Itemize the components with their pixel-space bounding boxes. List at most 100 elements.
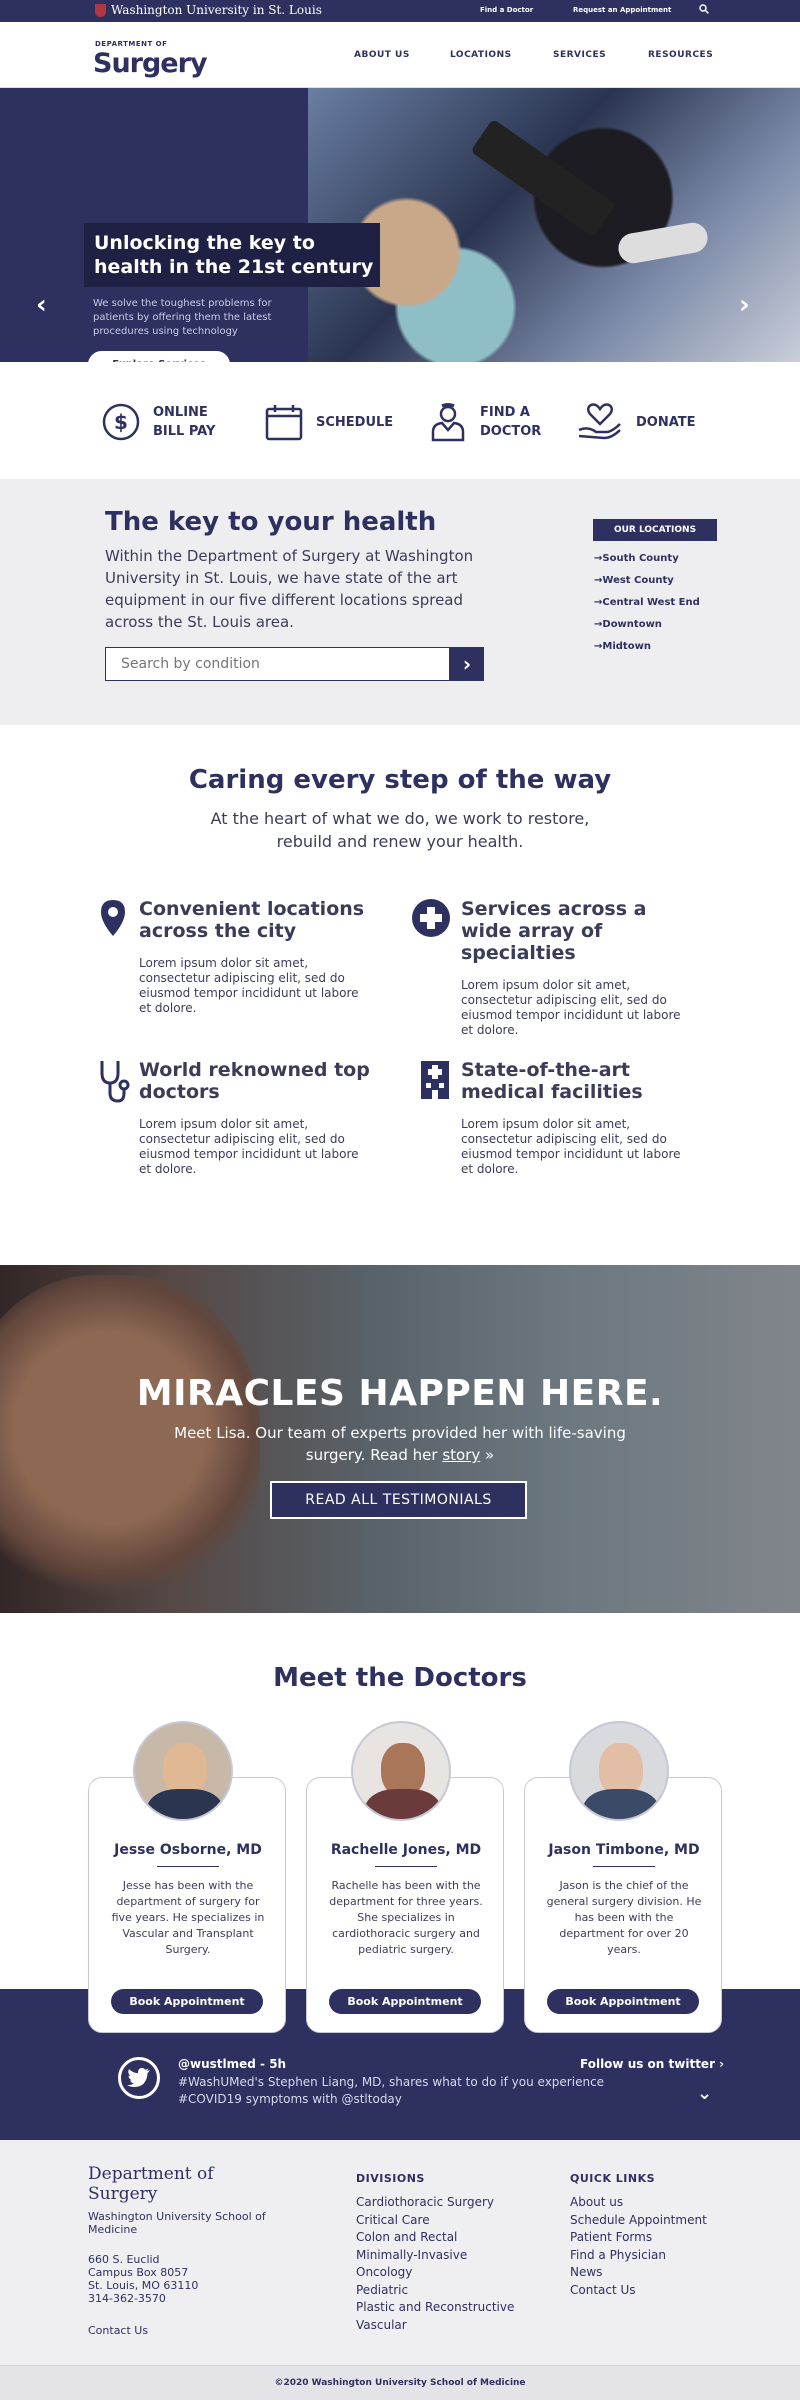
- read-testimonials-button[interactable]: READ ALL TESTIMONIALS: [270, 1481, 527, 1519]
- tweet-handle[interactable]: @wustlmed - 5h: [178, 2057, 286, 2071]
- section-body: Within the Department of Surgery at Wash…: [105, 547, 474, 631]
- feature-services: Services across a wide array of specialt…: [412, 898, 701, 1038]
- tweet-text: #WashUMed's Stephen Liang, MD, shares wh…: [178, 2075, 605, 2106]
- divisions-list: Cardiothoracic Surgery Critical Care Col…: [356, 2194, 514, 2334]
- location-link-west-county[interactable]: →West County: [594, 575, 674, 586]
- book-appointment-button[interactable]: Book Appointment: [329, 1989, 481, 2014]
- division-link[interactable]: Pediatric: [356, 2282, 514, 2300]
- caring-section: Caring every step of the way At the hear…: [0, 725, 800, 1265]
- doctor-bio: Rachelle has been with the department fo…: [329, 1879, 483, 1956]
- division-link[interactable]: Plastic and Reconstructive: [356, 2299, 514, 2317]
- location-link-downtown[interactable]: →Downtown: [594, 619, 662, 630]
- location-link-midtown[interactable]: →Midtown: [594, 641, 651, 652]
- section-lead: At the heart of what we do, we work to r…: [210, 809, 590, 851]
- follow-twitter-link[interactable]: Follow us on twitter ›: [580, 2057, 724, 2071]
- doctor-bio: Jason is the chief of the general surger…: [546, 1879, 702, 1956]
- nav-resources[interactable]: RESOURCES: [648, 50, 713, 60]
- quick-link-find-doctor[interactable]: FIND A DOCTOR: [428, 402, 550, 442]
- feature-doctors: World reknowned top doctors Lorem ipsum …: [100, 1059, 379, 1177]
- footer-address: 660 S. Euclid Campus Box 8057 St. Louis,…: [88, 2253, 199, 2305]
- key-to-health-section: The key to your health Within the Depart…: [0, 479, 800, 725]
- hero-surgeon-photo: [308, 88, 800, 362]
- testimonial-headline: MIRACLES HAPPEN HERE.: [136, 1373, 664, 1414]
- dollar-icon: $: [102, 403, 140, 441]
- footer-quick-link[interactable]: About us: [570, 2194, 707, 2212]
- request-appointment-link[interactable]: Request an Appointment: [573, 6, 671, 14]
- search-submit-button[interactable]: ›: [450, 647, 484, 681]
- feature-title: Convenient locations across the city: [139, 898, 365, 942]
- feature-text: Lorem ipsum dolor sit amet, consectetur …: [461, 1117, 681, 1176]
- stethoscope-icon: [100, 1061, 130, 1103]
- footer-quick-link[interactable]: Schedule Appointment: [570, 2212, 707, 2230]
- book-appointment-button[interactable]: Book Appointment: [111, 1989, 263, 2014]
- doctor-name: Jesse Osborne, MD: [114, 1842, 262, 1858]
- story-link[interactable]: story: [442, 1446, 480, 1464]
- copyright: ©2020 Washington University School of Me…: [0, 2365, 800, 2400]
- svg-text:$: $: [114, 410, 128, 434]
- quick-link-donate[interactable]: DONATE: [576, 402, 696, 442]
- twitter-icon[interactable]: [118, 2057, 160, 2099]
- quick-link-label: DONATE: [636, 414, 696, 430]
- medical-cross-icon: [412, 899, 450, 937]
- quick-link-bill-pay[interactable]: $ ONLINE BILL PAY: [101, 402, 223, 442]
- carousel-prev-arrow-icon[interactable]: ‹: [36, 290, 47, 320]
- division-link[interactable]: Oncology: [356, 2264, 514, 2282]
- locations-heading: OUR LOCATIONS: [593, 519, 717, 541]
- doctor-icon: [431, 403, 465, 442]
- footer-quick-link[interactable]: Contact Us: [570, 2282, 707, 2300]
- doctor-name: Rachelle Jones, MD: [330, 1842, 482, 1858]
- heart-hand-icon: [578, 403, 621, 440]
- footer-school-name: Washington University School of Medicine: [88, 2210, 266, 2236]
- university-shield-icon: [95, 3, 106, 17]
- quick-links: $ ONLINE BILL PAY SCHEDULE FIND A DOCTOR…: [0, 362, 800, 479]
- testimonial-banner: MIRACLES HAPPEN HERE. Meet Lisa. Our tea…: [0, 1265, 800, 1613]
- hero-subtext: We solve the toughest problems for patie…: [93, 298, 272, 337]
- quick-link-label: ONLINE BILL PAY: [153, 405, 216, 439]
- search-icon[interactable]: [699, 4, 709, 14]
- feature-locations: Convenient locations across the city Lor…: [101, 898, 379, 1016]
- footer-quick-link[interactable]: Find a Physician: [570, 2247, 707, 2265]
- university-logo[interactable]: Washington University in St. Louis: [95, 3, 322, 17]
- feature-text: Lorem ipsum dolor sit amet, consectetur …: [461, 978, 681, 1037]
- dept-label: DEPARTMENT OF: [95, 40, 168, 48]
- footer-dept-name: Department of Surgery: [88, 2164, 214, 2204]
- division-link[interactable]: Critical Care: [356, 2212, 514, 2230]
- nav-about-us[interactable]: ABOUT US: [354, 50, 410, 60]
- condition-search-box: [105, 647, 450, 681]
- division-link[interactable]: Minimally-Invasive: [356, 2247, 514, 2265]
- division-link[interactable]: Vascular: [356, 2317, 514, 2335]
- location-link-south-county[interactable]: →South County: [594, 553, 679, 564]
- division-link[interactable]: Colon and Rectal: [356, 2229, 514, 2247]
- footer-quick-link[interactable]: Patient Forms: [570, 2229, 707, 2247]
- divisions-heading: DIVISIONS: [356, 2172, 425, 2185]
- site-logo[interactable]: Surgery: [93, 48, 208, 79]
- chevron-down-icon[interactable]: ⌄: [697, 2083, 712, 2104]
- division-link[interactable]: Cardiothoracic Surgery: [356, 2194, 514, 2212]
- chevron-right-icon: ›: [462, 652, 472, 676]
- testimonial-text: Meet Lisa. Our team of experts provided …: [174, 1424, 626, 1464]
- footer-quick-link[interactable]: News: [570, 2264, 707, 2282]
- calendar-icon: [265, 405, 303, 441]
- nav-services[interactable]: SERVICES: [553, 50, 606, 60]
- footer-contact-link[interactable]: Contact Us: [88, 2324, 148, 2337]
- feature-title: World reknowned top doctors: [139, 1059, 370, 1103]
- condition-search-input[interactable]: [106, 648, 449, 680]
- quick-links-heading: QUICK LINKS: [570, 2172, 656, 2185]
- hospital-icon: [421, 1061, 449, 1099]
- quick-link-schedule[interactable]: SCHEDULE: [264, 402, 393, 442]
- location-link-central-west-end[interactable]: →Central West End: [594, 597, 700, 608]
- meet-the-doctors-section: Meet the Doctors Jesse Osborne, MD Jesse…: [0, 1613, 800, 2033]
- section-title: The key to your health: [105, 507, 437, 537]
- map-pin-icon: [101, 900, 125, 936]
- nav-locations[interactable]: LOCATIONS: [450, 50, 512, 60]
- site-header: DEPARTMENT OF Surgery ABOUT US LOCATIONS…: [0, 22, 800, 88]
- find-doctor-link[interactable]: Find a Doctor: [480, 6, 533, 14]
- carousel-next-arrow-icon[interactable]: ›: [739, 290, 750, 320]
- feature-text: Lorem ipsum dolor sit amet, consectetur …: [139, 956, 359, 1015]
- section-title: Meet the Doctors: [273, 1663, 527, 1693]
- explore-services-button[interactable]: Explore Services: [88, 351, 230, 362]
- doctor-photo: [351, 1721, 451, 1821]
- book-appointment-button[interactable]: Book Appointment: [547, 1989, 699, 2014]
- feature-title: State-of-the-art medical facilities: [461, 1059, 643, 1103]
- doctor-bio: Jesse has been with the department of su…: [111, 1879, 265, 1956]
